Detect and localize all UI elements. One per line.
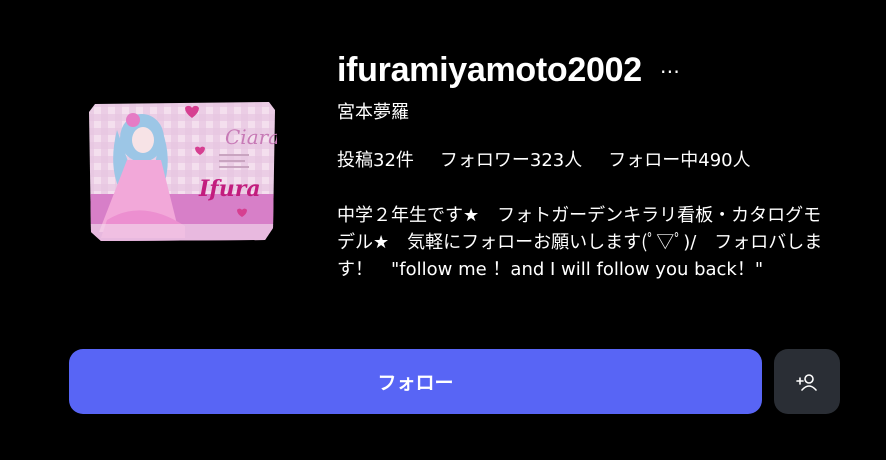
avatar-text-ciara: Ciara	[225, 125, 277, 149]
suggested-accounts-button[interactable]	[774, 349, 840, 414]
profile-bio: 中学２年生です★ フォトガーデンキラリ看板・カタログモデル★ 気軽にフォローお願…	[337, 205, 823, 280]
profile-info: ifuramiyamoto2002 … 宮本夢羅 投稿32件 フォロワー323人…	[337, 50, 847, 281]
avatar-text-ifura: Ifura	[198, 176, 261, 202]
full-name: 宮本夢羅	[337, 102, 409, 123]
add-user-icon	[796, 373, 817, 391]
username: ifuramiyamoto2002	[337, 50, 642, 89]
profile-stats: 投稿32件 フォロワー323人 フォロー中490人	[337, 146, 751, 172]
following-link[interactable]: フォロー中490人	[608, 146, 750, 172]
follow-button[interactable]: フォロー	[69, 349, 762, 414]
posts-count: 投稿32件	[337, 150, 414, 171]
username-row: ifuramiyamoto2002 …	[337, 50, 847, 90]
followers-link[interactable]: フォロワー323人	[440, 146, 582, 172]
more-options-icon[interactable]: …	[660, 56, 680, 76]
avatar-image: Ciara Ifura	[89, 102, 277, 241]
profile-avatar[interactable]: Ciara Ifura	[87, 100, 277, 243]
